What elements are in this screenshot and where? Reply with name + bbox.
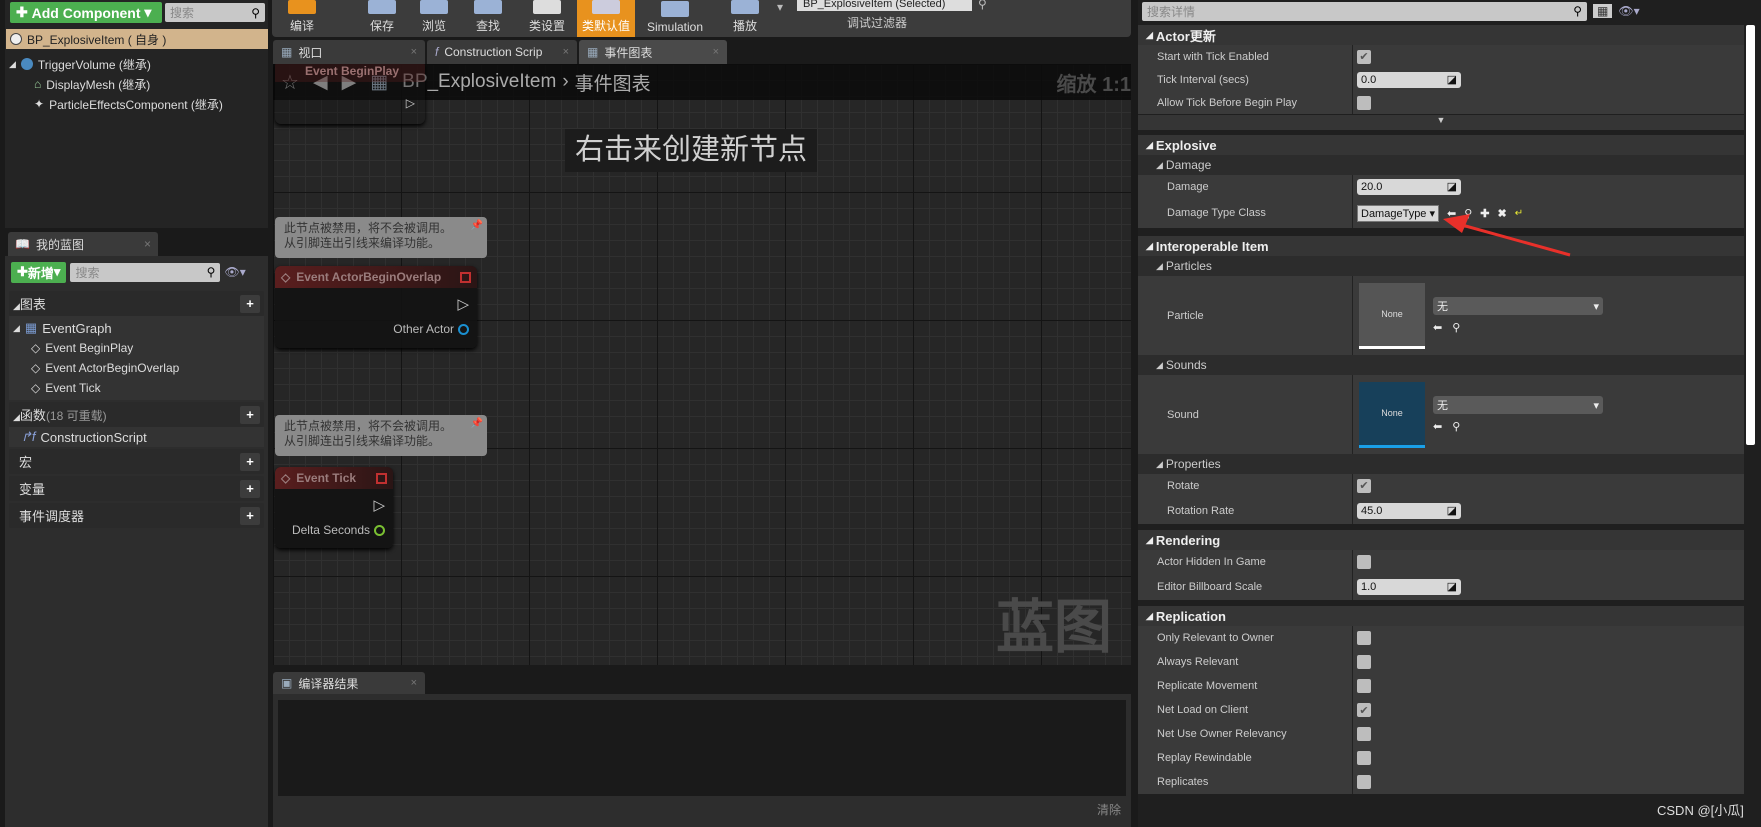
annotation-arrow-head [1443,214,1470,233]
breadcrumb-separator-icon: › [562,71,569,92]
breadcrumb-root[interactable]: BP_ExplosiveItem [402,71,556,93]
csdn-watermark: CSDN @[小瓜] [1657,803,1744,818]
breadcrumb-current: 事件图表 [574,73,651,95]
zoom-level: 缩放 1:1 [1056,73,1131,96]
exec-pin-icon[interactable]: ▷ [406,96,415,110]
annotation-arrow-shaft [1461,223,1571,257]
hidden-node-title: Event BeginPlay [305,64,400,78]
event-beginplay-node[interactable]: Event BeginPlay ▷ [275,64,425,124]
annotation-arrow [1443,214,1571,257]
